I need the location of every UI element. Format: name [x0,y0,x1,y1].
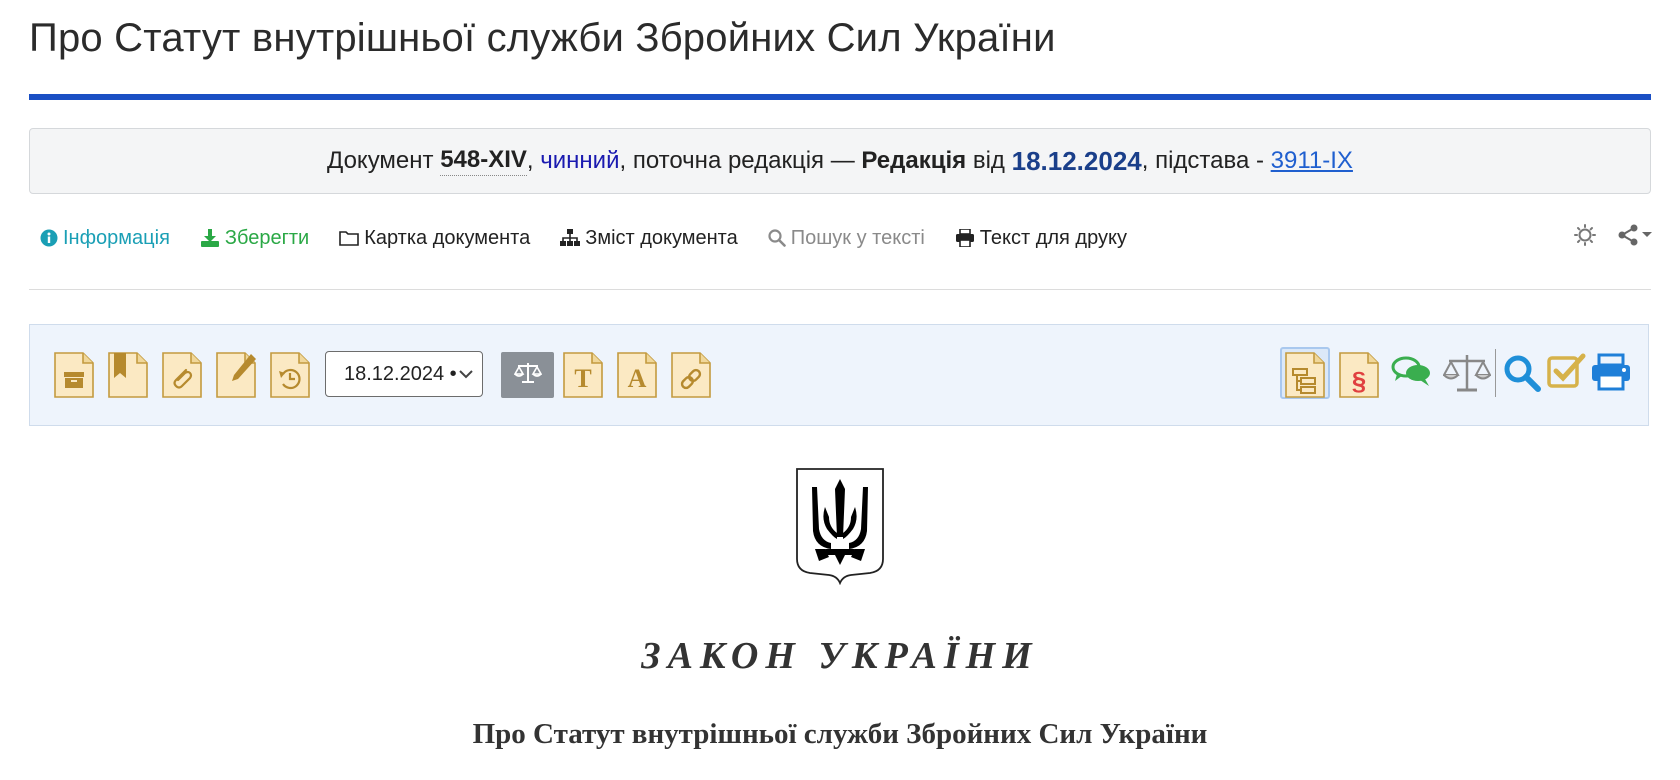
coat-of-arms-icon [795,467,885,586]
nav-document-contents-label: Зміст документа [585,226,738,249]
nav-info-label: Інформація [63,226,170,249]
legal-scales-icon[interactable] [1443,353,1491,399]
history-doc-icon[interactable] [270,352,310,398]
title-divider [29,94,1651,100]
comments-icon[interactable] [1391,355,1431,401]
structure-doc-icon[interactable] [1285,352,1325,398]
basis-label: , підстава - [1141,147,1264,174]
svg-text:A: A [628,364,647,393]
attachment-doc-icon[interactable] [162,352,202,398]
nav-print-text[interactable]: Текст для друку [955,227,1127,250]
nav-document-contents[interactable]: Зміст документа [560,227,738,250]
nav-text-search-label: Пошук у тексті [790,226,925,249]
font-doc-icon[interactable]: A [617,352,657,398]
document-status: чинний [540,147,620,174]
document-nav: Інформація Зберегти Картка документа Змі… [40,222,1640,254]
theme-toggle-icon[interactable] [1574,224,1596,246]
nav-divider [29,289,1651,290]
edition-date: 18.12.2024 [1011,145,1142,176]
nav-right-tools [1552,224,1654,246]
banner-prefix: Документ [327,147,434,174]
edition-date-select[interactable]: 18.12.2024 • [325,351,483,397]
page: Про Статут внутрішньої служби Збройних С… [0,0,1680,780]
bookmark-doc-icon[interactable] [108,352,148,398]
law-title: Про Статут внутрішньої служби Збройних С… [472,718,1208,750]
print-icon[interactable] [1590,353,1630,399]
document-status-banner: Документ 548-XIV, чинний, поточна редакц… [29,128,1651,194]
toolbar-separator [1495,349,1496,397]
sitemap-icon [560,229,581,247]
document-number[interactable]: 548-XIV [440,146,527,176]
chevron-down-icon [458,364,474,390]
banner-middle: , поточна редакція — [619,147,855,174]
basis-link[interactable]: 3911-IX [1271,147,1353,175]
folder-icon [339,229,360,247]
edition-date-select-value: 18.12.2024 • [344,362,457,385]
nav-print-text-label: Текст для друку [979,226,1127,249]
page-title: Про Статут внутрішньої служби Збройних С… [29,16,1056,60]
check-icon[interactable] [1547,352,1587,398]
svg-text:§: § [1352,366,1366,396]
share-icon[interactable] [1618,224,1654,246]
search-icon[interactable] [1502,353,1542,399]
info-circle-icon [40,229,58,247]
law-heading: ЗАКОН УКРАЇНИ [641,635,1039,677]
document-toolbar: 18.12.2024 • T A § [29,324,1649,426]
archive-doc-icon[interactable] [54,352,94,398]
link-doc-icon[interactable] [671,352,711,398]
banner-from: від [972,147,1005,174]
nav-document-card-label: Картка документа [364,226,531,249]
nav-document-card[interactable]: Картка документа [339,227,530,250]
nav-text-search[interactable]: Пошук у тексті [768,227,925,250]
search-icon [768,229,786,247]
svg-text:T: T [574,364,591,393]
nav-save[interactable]: Зберегти [200,227,309,250]
compare-editions-button[interactable] [501,352,554,398]
nav-save-label: Зберегти [224,226,310,249]
edit-doc-icon[interactable] [216,352,256,398]
print-icon [955,229,975,247]
banner-comma: , [526,147,534,174]
scales-icon [513,361,542,390]
nav-info[interactable]: Інформація [40,227,170,250]
text-size-doc-icon[interactable]: T [563,352,603,398]
download-icon [200,229,220,247]
paragraph-doc-icon[interactable]: § [1339,352,1379,398]
edition-label: Редакція [861,147,967,174]
